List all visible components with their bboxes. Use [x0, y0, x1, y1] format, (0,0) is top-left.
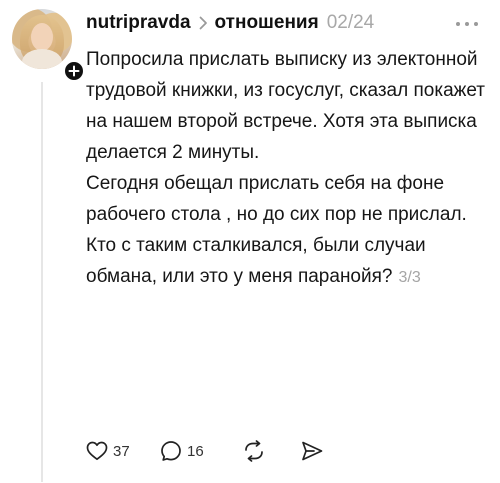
follow-button[interactable] [63, 60, 85, 82]
like-button[interactable]: 37 [86, 441, 160, 461]
reply-button[interactable]: 16 [160, 440, 242, 462]
post-timestamp: 02/24 [326, 12, 375, 33]
action-bar: 37 16 [86, 437, 330, 465]
community-name[interactable]: отношения [215, 12, 319, 34]
post-paragraph-3: Кто с таким сталкивался, были случаи обм… [86, 230, 486, 293]
post-paragraph-2: Сегодня обещал прислать себя на фоне раб… [86, 173, 467, 225]
post-paragraph-3-text: Кто с таким сталкивался, были случаи обм… [86, 235, 426, 287]
post-header: nutripravda отношения 02/24 [86, 8, 374, 38]
post-paragraph-1: Попросила прислать выписку из электонной… [86, 49, 485, 163]
share-button[interactable] [300, 440, 330, 462]
avatar-body [22, 49, 62, 69]
username[interactable]: nutripravda [86, 12, 191, 34]
like-count: 37 [113, 442, 130, 460]
reply-count: 16 [187, 442, 204, 460]
avatar-face [31, 23, 53, 51]
avatar[interactable] [12, 9, 72, 69]
repost-button[interactable] [242, 440, 300, 462]
post-body: Попросила прислать выписку из электонной… [86, 44, 486, 293]
avatar-container [12, 9, 85, 82]
send-icon [302, 441, 323, 461]
thread-line [41, 82, 43, 482]
more-horizontal-icon [456, 22, 478, 26]
chevron-right-icon [199, 16, 208, 30]
repost-icon [245, 440, 263, 462]
page-counter: 3/3 [398, 269, 421, 286]
plus-icon [68, 65, 80, 77]
more-options-button[interactable] [450, 14, 484, 34]
heart-icon [86, 441, 108, 461]
speech-bubble-icon [161, 441, 181, 461]
thread-post: nutripravda отношения 02/24 Попросила пр… [0, 0, 500, 483]
